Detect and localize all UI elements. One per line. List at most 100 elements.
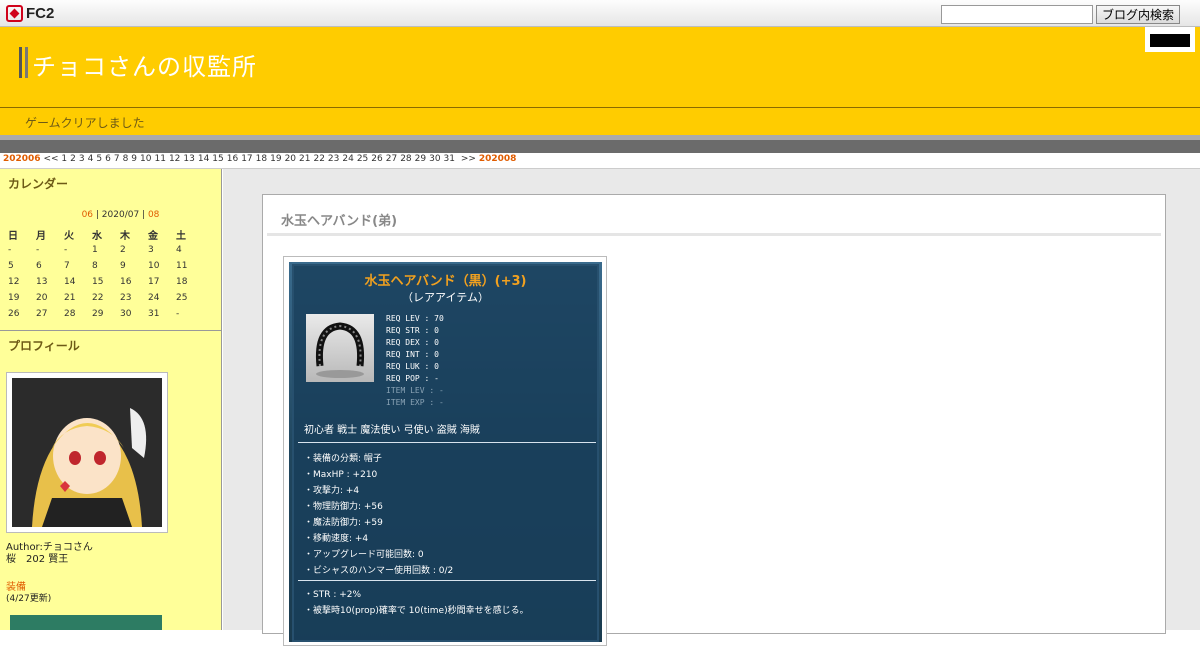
day-link[interactable]: 6	[105, 154, 111, 164]
day-link[interactable]: 29	[415, 154, 426, 164]
tooltip-divider	[298, 442, 596, 443]
calendar-week: 19 20 21 22 23 24 25	[8, 290, 204, 306]
game-screenshot: 水玉ヘアバンド（黒）(+3) （レアアイテム） REQ LEV : 70 REQ …	[289, 262, 602, 642]
title-decoration	[25, 47, 28, 78]
day-link[interactable]: 26	[371, 154, 382, 164]
day-link[interactable]: 2	[70, 154, 76, 164]
day-link[interactable]: 31	[444, 154, 455, 164]
calendar-day: -	[176, 309, 180, 319]
calendar-day: 26	[8, 309, 20, 319]
item-property: ・MaxHP : +210	[304, 470, 378, 480]
day-link[interactable]: 14	[198, 154, 209, 164]
calendar-heading: カレンダー	[8, 177, 69, 191]
item-requirement: REQ INT : 0	[386, 350, 439, 359]
item-property: ・物理防御力: +56	[304, 502, 383, 512]
day-link[interactable]: 15	[212, 154, 223, 164]
day-link[interactable]: 12	[169, 154, 180, 164]
next-month-link[interactable]: 202008	[479, 154, 517, 164]
author-detail: 桜 202 賢王	[6, 554, 69, 565]
item-requirement: REQ STR : 0	[386, 326, 439, 335]
calendar-day: 3	[148, 245, 154, 255]
day-link[interactable]: 5	[96, 154, 102, 164]
day-link[interactable]: 11	[154, 154, 165, 164]
blog-entry: 水玉ヘアバンド(弟) 水玉ヘアバンド（黒）(+3) （レアアイテム） REQ L…	[262, 194, 1166, 646]
day-link[interactable]: 19	[270, 154, 281, 164]
calendar-day: 30	[120, 309, 132, 319]
item-property: ・攻撃力: +4	[304, 486, 360, 496]
blog-header: チョコさんの収監所 ゲームクリアしました	[0, 27, 1200, 135]
calendar-week: 12 13 14 15 16 17 18	[8, 274, 204, 290]
calendar-nav: 06 | 2020/07 | 08	[81, 210, 160, 220]
blog-title[interactable]: チョコさんの収監所	[32, 47, 257, 82]
day-link[interactable]: 8	[123, 154, 129, 164]
day-link[interactable]: 22	[313, 154, 324, 164]
item-property: ・移動速度: +4	[304, 534, 369, 544]
calendar-weekday: 水	[92, 230, 102, 242]
item-rarity: （レアアイテム）	[402, 291, 489, 304]
date-archive-bar: 202006 << 1 2 3 4 5 6 7 8 9 10 11 12 13 14 15 16 17 18 19 2…	[0, 153, 1200, 169]
calendar-prev-link[interactable]: 06	[82, 210, 93, 220]
day-link[interactable]: 3	[79, 154, 85, 164]
calendar-day: 6	[36, 261, 42, 271]
calendar-week: - - - 1 2 3 4	[8, 242, 204, 258]
calendar-table: 日月火水木金土 - - -1 2 3 4 5 6 7 8 9 10 11 12 13 14 15 16 17 18 19…	[8, 226, 204, 322]
item-property: ・ビシャスのハンマー使用回数 : 0/2	[304, 566, 454, 576]
calendar-day: 8	[92, 261, 98, 271]
calendar-day: 19	[8, 293, 20, 303]
profile-avatar	[6, 372, 168, 533]
day-link[interactable]: 17	[241, 154, 252, 164]
entry-title[interactable]: 水玉ヘアバンド(弟)	[281, 210, 397, 229]
blog-search-input[interactable]	[941, 5, 1093, 24]
day-link[interactable]: 28	[400, 154, 411, 164]
title-decoration	[19, 47, 22, 78]
fc2-toolbar: FC2 ブログ内検索	[0, 0, 1200, 27]
item-requirements: REQ LEV : 70 REQ STR : 0 REQ DEX : 0 REQ IN…	[386, 313, 444, 409]
main-content: 水玉ヘアバンド(弟) 水玉ヘアバンド（黒）(+3) （レアアイテム） REQ L…	[223, 169, 1200, 646]
calendar-day: 27	[36, 309, 48, 319]
fc2-logo[interactable]: FC2	[6, 4, 54, 22]
next-arrow: >>	[460, 154, 476, 164]
calendar-current-month: 2020/07	[101, 210, 140, 220]
calendar-weekday: 日	[8, 230, 18, 242]
calendar-weekday: 土	[176, 230, 186, 242]
fc2-logo-text: FC2	[26, 4, 55, 22]
calendar-day: 31	[148, 309, 160, 319]
calendar-day: 16	[120, 277, 132, 287]
day-link[interactable]: 10	[140, 154, 151, 164]
item-property: ・魔法防御力: +59	[304, 518, 383, 528]
day-link[interactable]: 20	[285, 154, 296, 164]
day-link[interactable]: 13	[183, 154, 194, 164]
day-link[interactable]: 7	[114, 154, 120, 164]
item-requirement: REQ POP : -	[386, 374, 439, 383]
author-info: Author:チョコさん 桜 202 賢王	[6, 542, 93, 566]
calendar-day: 9	[120, 261, 126, 271]
day-link[interactable]: 16	[227, 154, 238, 164]
day-link[interactable]: 27	[386, 154, 397, 164]
day-link[interactable]: 9	[131, 154, 137, 164]
item-screenshot: 水玉ヘアバンド（黒）(+3) （レアアイテム） REQ LEV : 70 REQ …	[283, 256, 607, 646]
calendar-day: 14	[64, 277, 76, 287]
day-link[interactable]: 4	[88, 154, 94, 164]
item-property: ・アップグレード可能回数: 0	[304, 550, 424, 560]
day-link[interactable]: 1	[61, 154, 67, 164]
header-divider	[0, 107, 1200, 108]
day-link[interactable]: 18	[256, 154, 267, 164]
item-properties: ・装備の分類: 帽子 ・MaxHP : +210 ・攻撃力: +4 ・物理防御力: +…	[304, 451, 453, 579]
calendar-day: -	[8, 245, 12, 255]
day-link[interactable]: 24	[342, 154, 353, 164]
blog-search-button[interactable]: ブログ内検索	[1096, 5, 1180, 24]
calendar-next-link[interactable]: 08	[148, 210, 159, 220]
calendar-day: 11	[176, 261, 188, 271]
day-link[interactable]: 23	[328, 154, 339, 164]
calendar-weekday: 金	[148, 230, 158, 242]
calendar-day: 23	[120, 293, 132, 303]
calendar-day: 20	[36, 293, 48, 303]
sidebar-image	[10, 615, 162, 630]
calendar-week: 26 27 28 29 30 31 -	[8, 306, 204, 322]
day-link[interactable]: 30	[429, 154, 440, 164]
day-link[interactable]: 21	[299, 154, 310, 164]
calendar-week: 5 6 7 8 9 10 11	[8, 258, 204, 274]
item-jobs: 初心者 戦士 魔法使い 弓使い 盗賊 海賊	[304, 425, 480, 436]
prev-month-link[interactable]: 202006	[3, 154, 41, 164]
day-link[interactable]: 25	[357, 154, 368, 164]
